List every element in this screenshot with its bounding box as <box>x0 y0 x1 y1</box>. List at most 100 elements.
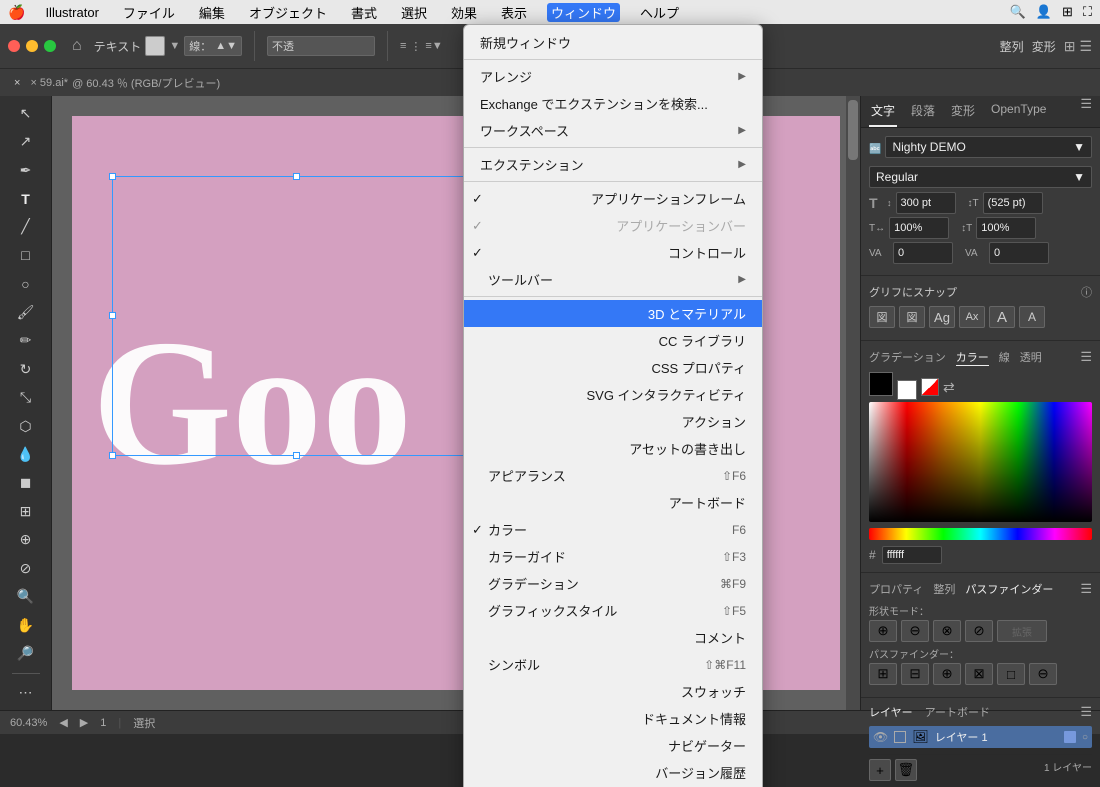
menu-select[interactable]: 選択 <box>397 3 431 22</box>
panel-menu-btn[interactable]: ☰ <box>1080 96 1092 127</box>
menu-workspace[interactable]: ワークスペース ▶ <box>464 117 762 144</box>
menu-comment[interactable]: コメント <box>464 624 762 651</box>
ellipse-tool[interactable]: ○ <box>12 271 40 297</box>
menu-effect[interactable]: 効果 <box>447 3 481 22</box>
color-picker-gradient[interactable] <box>869 402 1092 522</box>
maximize-button[interactable] <box>44 40 56 52</box>
reset-colors-icon[interactable] <box>921 378 939 396</box>
menu-app-frame[interactable]: ✓ アプリケーションフレーム <box>464 185 762 212</box>
menu-graphic-style[interactable]: グラフィックスタイル ⇧F5 <box>464 597 762 624</box>
menu-file[interactable]: ファイル <box>119 3 179 22</box>
scroll-bar[interactable] <box>846 96 860 710</box>
pf-tab-align[interactable]: 整列 <box>933 581 955 597</box>
char-btn-6[interactable]: A <box>1019 306 1045 328</box>
menu-edit[interactable]: 編集 <box>195 3 229 22</box>
next-page-btn[interactable]: ▶ <box>80 716 88 729</box>
layer-target-icon[interactable]: ○ <box>1082 732 1088 743</box>
crop-btn[interactable]: ⊠ <box>965 663 993 685</box>
prev-page-btn[interactable]: ◀ <box>59 716 67 729</box>
menu-type[interactable]: 書式 <box>347 3 381 22</box>
mesh-tool[interactable]: ⊞ <box>12 498 40 524</box>
more-tools[interactable]: ⋯ <box>12 680 40 706</box>
transparency-tab[interactable]: 透明 <box>1020 349 1042 366</box>
tracking-input[interactable] <box>989 242 1049 264</box>
menu-action[interactable]: アクション <box>464 408 762 435</box>
notification-icon[interactable]: 👤 <box>1036 4 1052 20</box>
zoom-level[interactable]: 60.43% <box>10 717 47 729</box>
distribute-icon[interactable]: ⋮ <box>410 40 421 53</box>
hand-tool[interactable]: ✋ <box>12 612 40 638</box>
char-btn-4[interactable]: Ax <box>959 306 985 328</box>
menu-control[interactable]: ✓ コントロール <box>464 239 762 266</box>
char-btn-2[interactable]: 図 <box>899 306 925 328</box>
slice-tool[interactable]: ⊘ <box>12 555 40 581</box>
pen-tool[interactable]: ✒ <box>12 157 40 183</box>
layer-tab-layers[interactable]: レイヤー <box>869 704 913 720</box>
direct-select-tool[interactable]: ↗ <box>12 128 40 154</box>
layer-tab-artboard[interactable]: アートボード <box>925 704 990 720</box>
hex-color-input[interactable] <box>882 546 942 564</box>
menu-toolbar-item[interactable]: ツールバー ▶ <box>464 266 762 293</box>
menu-exchange[interactable]: Exchange でエクステンションを検索... <box>464 90 762 117</box>
bg-color-swatch[interactable] <box>897 380 917 400</box>
menu-doc-info[interactable]: ドキュメント情報 <box>464 705 762 732</box>
color-tab[interactable]: カラー <box>956 349 989 366</box>
minus-back-btn[interactable]: ⊖ <box>1029 663 1057 685</box>
minus-front-btn[interactable]: ⊖ <box>901 620 929 642</box>
menu-color-guide[interactable]: カラーガイド ⇧F3 <box>464 543 762 570</box>
gradient-tab[interactable]: グラデーション <box>869 349 946 366</box>
menu-color[interactable]: ✓ カラー F6 <box>464 516 762 543</box>
apple-menu[interactable]: 🍎 <box>8 4 25 21</box>
pf-tab-properties[interactable]: プロパティ <box>869 581 923 597</box>
exclude-btn[interactable]: ⊘ <box>965 620 993 642</box>
stroke-selector[interactable]: 線： ▲▼ <box>184 36 242 56</box>
char-btn-1[interactable]: 図 <box>869 306 895 328</box>
opacity-input[interactable]: 不透 <box>267 36 375 56</box>
tab-character[interactable]: 文字 <box>869 96 897 127</box>
menu-symbol[interactable]: シンボル ⇧⌘F11 <box>464 651 762 678</box>
zoom-tool[interactable]: 🔍 <box>12 583 40 609</box>
menu-artboard[interactable]: アートボード <box>464 489 762 516</box>
fg-color-swatch[interactable] <box>869 372 893 396</box>
layer-menu-btn[interactable]: ☰ <box>1080 704 1092 720</box>
align-options[interactable]: ≡▼ <box>425 40 442 52</box>
grid-icon[interactable]: ⊞ <box>1062 4 1073 20</box>
scale-tool[interactable]: ⤡ <box>12 384 40 410</box>
tab-transform[interactable]: 変形 <box>949 96 977 127</box>
menu-view[interactable]: 表示 <box>497 3 531 22</box>
menu-swatch[interactable]: スウォッチ <box>464 678 762 705</box>
menu-cc-library[interactable]: CC ライブラリ <box>464 327 762 354</box>
menu-arrange[interactable]: アレンジ ▶ <box>464 63 762 90</box>
menu-help[interactable]: ヘルプ <box>636 3 683 22</box>
menu-illustrator[interactable]: Illustrator <box>41 5 102 20</box>
search-icon[interactable]: 🔍 <box>1010 4 1026 20</box>
unite-btn[interactable]: ⊕ <box>869 620 897 642</box>
font-style-selector[interactable]: Regular ▼ <box>869 166 1092 188</box>
char-btn-5[interactable]: A <box>989 306 1015 328</box>
gradient-tool[interactable]: ◼ <box>12 470 40 496</box>
handle-tm[interactable] <box>293 173 300 180</box>
layer-lock-icon[interactable] <box>894 731 906 743</box>
rect-tool[interactable]: □ <box>12 242 40 268</box>
line-tool[interactable]: ╱ <box>12 214 40 240</box>
delete-layer-btn[interactable]: 🗑 <box>895 759 917 781</box>
fullscreen-icon[interactable]: ⛶ <box>1083 4 1092 20</box>
outline-btn[interactable]: □ <box>997 663 1025 685</box>
pf-menu-btn[interactable]: ☰ <box>1080 581 1092 597</box>
layer-item[interactable]: 👁 🖼 レイヤー 1 ○ <box>869 726 1092 748</box>
color-menu-btn[interactable]: ☰ <box>1080 349 1092 366</box>
align-icon[interactable]: ≡ <box>400 40 406 52</box>
menu-object[interactable]: オブジェクト <box>245 3 331 22</box>
menu-asset-export[interactable]: アセットの書き出し <box>464 435 762 462</box>
menu-extension[interactable]: エクステンション ▶ <box>464 151 762 178</box>
scale-h-input[interactable] <box>889 217 949 239</box>
font-size-input[interactable] <box>896 192 956 214</box>
menu-window[interactable]: ウィンドウ <box>547 3 620 22</box>
stroke-tab[interactable]: 線 <box>999 349 1010 366</box>
char-btn-3[interactable]: Ag <box>929 306 955 328</box>
merge-btn[interactable]: ⊕ <box>933 663 961 685</box>
rotate-tool[interactable]: ↻ <box>12 356 40 382</box>
leading-input[interactable] <box>983 192 1043 214</box>
trim-btn[interactable]: ⊟ <box>901 663 929 685</box>
menu-gradient[interactable]: グラデーション ⌘F9 <box>464 570 762 597</box>
